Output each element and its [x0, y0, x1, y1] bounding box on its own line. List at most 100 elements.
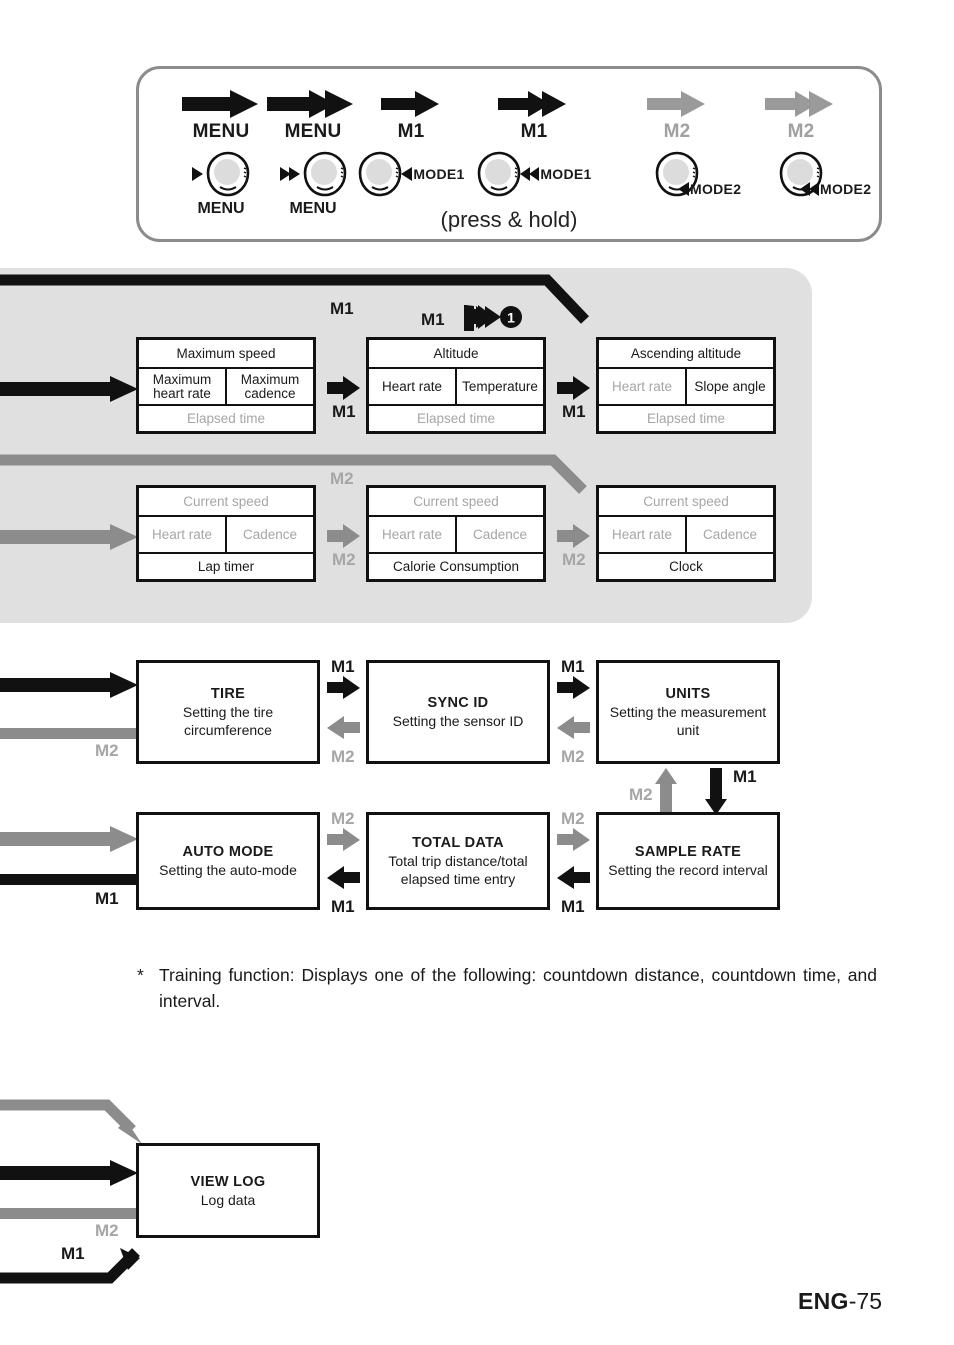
settings-label-m1: M1: [331, 897, 355, 916]
setting-title: UNITS: [665, 686, 711, 702]
left-play-marker-icon: [678, 181, 690, 197]
screen-left-field: Heart rate: [381, 378, 443, 394]
screen-top-field: Maximum speed: [176, 346, 276, 361]
legend-mode2-hold-tag-row: MODE2: [800, 181, 871, 197]
settings-label-m1: M1: [561, 897, 585, 916]
screen-right-field: Cadence: [472, 526, 528, 542]
mode1-knob-icon: [357, 151, 403, 197]
screen-top-field: Ascending altitude: [630, 346, 742, 361]
double-arrow-gray-icon: [741, 85, 861, 123]
display-screen-box: Altitude Heart rate Temperature Elapsed t…: [366, 337, 546, 434]
m1-step-arrow: [327, 376, 360, 400]
settings-label-m1: M1: [331, 657, 355, 676]
single-play-marker-icon: [191, 166, 204, 182]
setting-box-view-log: VIEW LOG Log data: [136, 1143, 320, 1238]
settings-label-m2: M2: [331, 747, 355, 766]
legend-mode2-tag-row: MODE2: [678, 181, 741, 197]
footnote-text: Training function: Displays one of the f…: [159, 965, 877, 1011]
settings-entry-gray-rail: [0, 728, 136, 739]
footer-page-number: 75: [856, 1288, 882, 1314]
setting-title: SYNC ID: [427, 695, 489, 711]
single-arrow-black-icon: [351, 85, 471, 123]
legend-label: M1: [397, 121, 425, 142]
legend-mode-tag: MODE1: [413, 166, 465, 182]
settings-up-arrow: [655, 768, 677, 815]
flow-label-m2: M2: [562, 550, 586, 569]
viewlog-gray-rail: [0, 1208, 136, 1219]
screen-bottom-field: Elapsed time: [646, 411, 726, 426]
legend-item-m1-hold: M1 MODE1: [474, 85, 594, 201]
screen-right-field: Maximum cadence: [240, 371, 300, 401]
screen-top-field: Current speed: [183, 494, 269, 509]
setting-desc: Setting the auto-mode: [159, 862, 297, 878]
setting-title: AUTO MODE: [182, 844, 274, 860]
setting-box-total-data: TOTAL DATA Total trip distance/total ela…: [366, 812, 550, 910]
screen-right-field: Cadence: [702, 526, 758, 542]
screen-right-field: Slope angle: [694, 378, 766, 394]
setting-box-sync-id: SYNC ID Setting the sensor ID: [366, 660, 550, 764]
viewlog-label-m1: M1: [61, 1244, 85, 1263]
setting-desc: Setting the sensor ID: [392, 713, 524, 729]
settings-forward-arrow: [557, 828, 590, 851]
settings-row2-black-rail: [0, 874, 136, 885]
legend-panel: MENU MENU MENU MENU M1 MODE1 M1 MODE1 M2…: [136, 66, 882, 242]
press-and-hold-caption: (press & hold): [440, 207, 578, 232]
settings-back-arrow: [327, 866, 360, 889]
screen-right-field: Cadence: [242, 526, 298, 542]
settings-entry-black-arrow: [0, 672, 138, 698]
flow-label-m1: M1: [562, 402, 586, 421]
m1-step-arrow: [557, 376, 590, 400]
setting-desc: Log data: [200, 1191, 256, 1208]
screen-left-field: Maximum heart rate: [152, 371, 212, 401]
flow-label-m2: M2: [332, 550, 356, 569]
settings-label-m2: M2: [629, 785, 653, 804]
screen-bottom-field: Clock: [669, 559, 703, 574]
settings-label-m2: M2: [331, 809, 355, 828]
setting-title: SAMPLE RATE: [634, 844, 742, 860]
screen-left-field: Heart rate: [611, 526, 673, 542]
settings-label-m1: M1: [95, 889, 119, 908]
mode1-knob-row: MODE1: [474, 145, 594, 203]
screen-left-field: Heart rate: [381, 526, 443, 542]
viewlog-gray-entry-arrow: [0, 1099, 142, 1144]
screen-left-field: Heart rate: [611, 378, 673, 394]
flow-label-m1: M1: [332, 402, 356, 421]
setting-desc: Total trip distance/total elapsed time e…: [388, 853, 528, 887]
step-badge-1: 1: [500, 306, 522, 328]
settings-label-m1: M1: [733, 767, 757, 786]
setting-desc: Setting the tire circumference: [182, 704, 274, 738]
legend-label: M2: [787, 121, 815, 142]
settings-row2-gray-arrow: [0, 826, 138, 852]
screen-bottom-field: Elapsed time: [416, 411, 496, 426]
settings-label-m1: M1: [561, 657, 585, 676]
legend-label: M1: [520, 121, 548, 142]
settings-back-arrow: [557, 716, 590, 739]
settings-forward-arrow: [557, 676, 590, 699]
menu-knob-icon: [302, 151, 348, 197]
page-footer: ENG-75: [798, 1288, 882, 1315]
m2-entry-arrow: [0, 524, 138, 550]
mode1-knob-icon: [476, 151, 522, 197]
display-screen-box: Ascending altitude Heart rate Slope angle…: [596, 337, 776, 434]
flow-label-m1: M1: [421, 310, 445, 329]
flow-label-m2: M2: [330, 469, 354, 488]
legend-item-m1-press: M1 MODE1: [351, 85, 471, 201]
settings-label-m2: M2: [561, 747, 585, 766]
settings-forward-arrow: [327, 828, 360, 851]
setting-title: TOTAL DATA: [412, 835, 504, 851]
left-double-play-marker-icon: [520, 166, 540, 182]
footnote-marker: *: [137, 965, 144, 985]
legend-label: M2: [663, 121, 691, 142]
double-arrow-black-icon: [474, 85, 594, 123]
menu-knob-icon: [205, 151, 251, 197]
svg-text:1: 1: [507, 310, 515, 326]
left-double-play-marker-icon: [800, 181, 820, 197]
setting-box-auto-mode: AUTO MODE Setting the auto-mode: [136, 812, 320, 910]
screen-left-field: Heart rate: [151, 526, 213, 542]
manual-page: MENU MENU MENU MENU M1 MODE1 M1 MODE1 M2…: [0, 0, 954, 1345]
flow-label-m1: M1: [330, 299, 354, 318]
screen-bottom-field: Elapsed time: [186, 411, 266, 426]
m2-step-arrow: [557, 524, 590, 548]
settings-forward-arrow: [327, 676, 360, 699]
screen-top-field: Current speed: [413, 494, 499, 509]
